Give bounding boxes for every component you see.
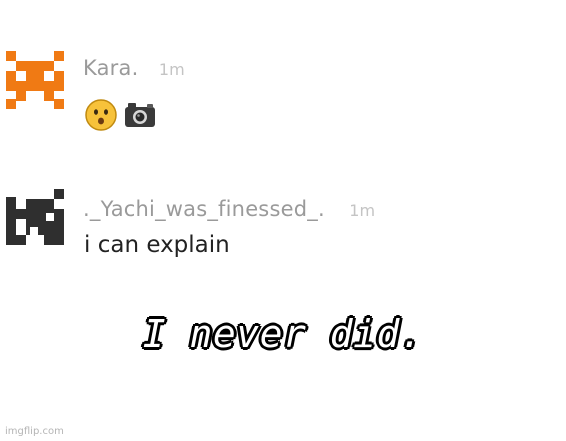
meme-caption: I never did. (0, 312, 566, 356)
message-text: i can explain (84, 232, 230, 258)
watermark: imgflip.com (5, 426, 64, 437)
orange-pixel-avatar-icon (6, 51, 64, 109)
username[interactable]: Kara. (83, 56, 138, 80)
timestamp: 1m (158, 60, 185, 79)
comment-header: ._Yachi_was_finessed_. 1m (83, 197, 375, 221)
camera-emoji-icon (123, 101, 157, 134)
comment-header: Kara. 1m (83, 56, 185, 80)
username[interactable]: ._Yachi_was_finessed_. (83, 197, 325, 221)
avatar[interactable] (6, 187, 64, 245)
comment: ._Yachi_was_finessed_. 1m i can explain (0, 182, 566, 282)
avatar[interactable] (6, 51, 64, 109)
hushed-face-emoji-icon (85, 99, 117, 136)
dark-pixel-avatar-icon (6, 189, 64, 245)
caption-text: I never did. (142, 312, 424, 356)
timestamp: 1m (349, 201, 376, 220)
comment: Kara. 1m (0, 46, 566, 146)
